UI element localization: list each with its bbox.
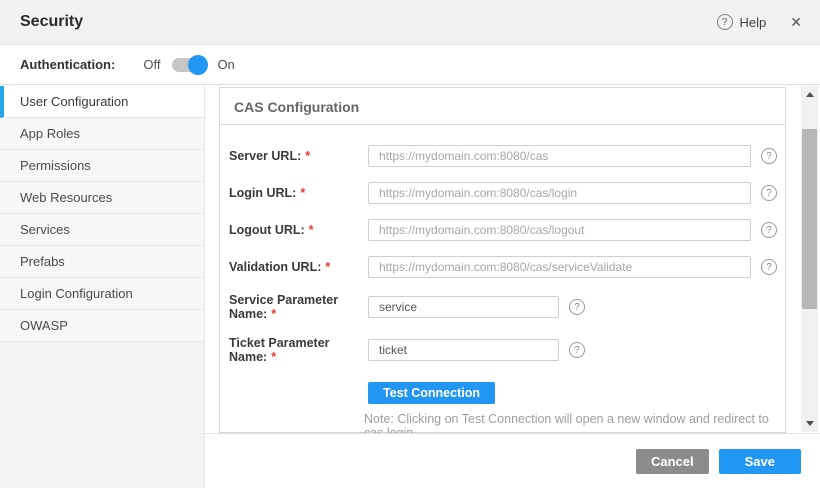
required-marker: * <box>305 149 310 163</box>
logout-url-input[interactable] <box>368 219 751 241</box>
service-parameter-input[interactable] <box>368 296 559 318</box>
form-row-logout-url: Logout URL:* ? <box>229 219 785 241</box>
form-row-login-url: Login URL:* ? <box>229 182 785 204</box>
form-row-server-url: Server URL:* ? <box>229 145 785 167</box>
form-row-ticket-parameter: Ticket Parameter Name:* ? <box>229 336 785 364</box>
validation-url-input[interactable] <box>368 256 751 278</box>
field-label: Server URL:* <box>229 149 368 163</box>
arrow-up-icon <box>806 92 814 97</box>
scroll-up-button[interactable] <box>801 87 818 102</box>
dialog-footer: Cancel Save <box>205 433 820 488</box>
field-label: Ticket Parameter Name:* <box>229 336 368 364</box>
sidebar-item-prefabs[interactable]: Prefabs <box>0 246 204 278</box>
sidebar-item-login-configuration[interactable]: Login Configuration <box>0 278 204 310</box>
help-icon[interactable]: ? <box>569 342 585 358</box>
form-row-validation-url: Validation URL:* ? <box>229 256 785 278</box>
help-icon[interactable]: ? <box>761 148 777 164</box>
cas-form: Server URL:* ? Login URL:* ? Logout URL:… <box>220 125 785 440</box>
scroll-down-button[interactable] <box>801 416 818 431</box>
sidebar-item-user-configuration[interactable]: User Configuration <box>0 86 204 118</box>
dialog-header: Security ? Help ✕ <box>0 0 820 45</box>
required-marker: * <box>309 223 314 237</box>
save-button[interactable]: Save <box>719 449 801 474</box>
scrollbar[interactable] <box>801 86 818 432</box>
sidebar-item-services[interactable]: Services <box>0 214 204 246</box>
login-url-input[interactable] <box>368 182 751 204</box>
cas-configuration-panel: CAS Configuration Server URL:* ? Login U… <box>219 87 786 433</box>
required-marker: * <box>271 307 276 321</box>
required-marker: * <box>300 186 305 200</box>
page-title: Security <box>20 13 83 31</box>
required-marker: * <box>325 260 330 274</box>
ticket-parameter-input[interactable] <box>368 339 559 361</box>
required-marker: * <box>271 350 276 364</box>
section-title: CAS Configuration <box>220 88 785 125</box>
field-label: Login URL:* <box>229 186 368 200</box>
security-dialog: Security ? Help ✕ Authentication: Off On… <box>0 0 820 488</box>
help-icon[interactable]: ? <box>569 299 585 315</box>
cancel-button[interactable]: Cancel <box>636 449 709 474</box>
toggle-off-label: Off <box>143 57 160 72</box>
field-label: Service Parameter Name:* <box>229 293 368 321</box>
field-label: Validation URL:* <box>229 260 368 274</box>
sidebar-item-permissions[interactable]: Permissions <box>0 150 204 182</box>
test-connection-button[interactable]: Test Connection <box>368 382 495 404</box>
toggle-on-label: On <box>217 57 234 72</box>
help-label[interactable]: Help <box>740 15 767 30</box>
help-icon[interactable]: ? <box>761 185 777 201</box>
header-actions: ? Help ✕ <box>717 14 802 30</box>
help-icon[interactable]: ? <box>761 222 777 238</box>
help-icon[interactable]: ? <box>761 259 777 275</box>
settings-sidebar: User Configuration App Roles Permissions… <box>0 86 205 488</box>
authentication-label: Authentication: <box>20 57 115 72</box>
authentication-toggle[interactable] <box>172 58 205 72</box>
toggle-knob[interactable] <box>188 55 208 75</box>
form-row-service-parameter: Service Parameter Name:* ? <box>229 293 785 321</box>
close-icon[interactable]: ✕ <box>790 15 802 29</box>
sidebar-item-owasp[interactable]: OWASP <box>0 310 204 342</box>
sidebar-item-app-roles[interactable]: App Roles <box>0 118 204 150</box>
help-icon[interactable]: ? <box>717 14 733 30</box>
arrow-down-icon <box>806 421 814 426</box>
server-url-input[interactable] <box>368 145 751 167</box>
sidebar-item-web-resources[interactable]: Web Resources <box>0 182 204 214</box>
field-label: Logout URL:* <box>229 223 368 237</box>
scrollbar-thumb[interactable] <box>802 129 817 309</box>
authentication-row: Authentication: Off On <box>0 45 820 85</box>
